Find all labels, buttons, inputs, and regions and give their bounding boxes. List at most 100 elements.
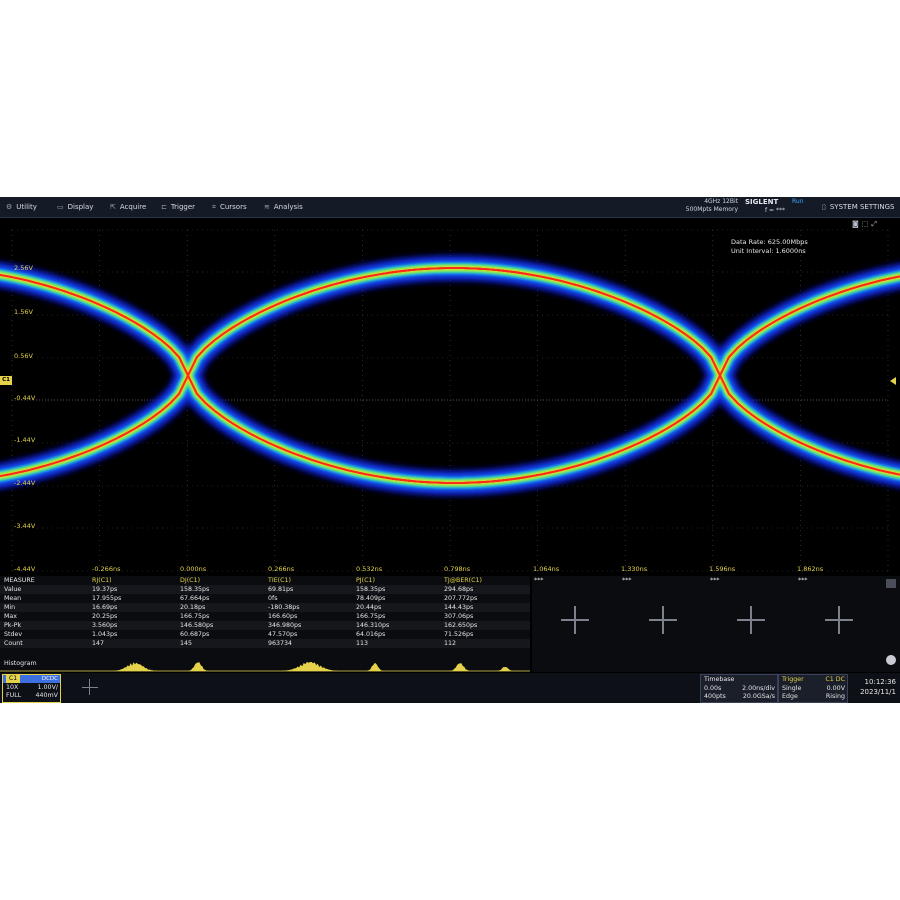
trigger-source: C1 DC (825, 676, 845, 683)
histogram-bump (450, 663, 470, 671)
channel-1-title: C1 DCDC (3, 675, 60, 683)
measure-header-rj[interactable]: RJ(C1) (92, 576, 112, 585)
measure-value: 166.75ps (180, 613, 210, 620)
spec-info: 4GHz 12Bit 500Mpts Memory (670, 198, 738, 214)
measure-value: 16.69ps (92, 604, 118, 611)
measure-value: -180.38ps (268, 604, 300, 611)
memory-depth: 400pts (704, 693, 726, 700)
measure-header-pj[interactable]: PJ(C1) (356, 576, 375, 585)
spec-memory: 500Mpts Memory (685, 206, 738, 213)
measure-value: 146.310ps (356, 622, 390, 629)
menu-utility[interactable]: ⚙ Utility (6, 197, 37, 217)
menu-analysis[interactable]: ≋ Analysis (264, 197, 303, 217)
system-settings-button[interactable]: ▯ SYSTEM SETTINGS (822, 197, 894, 217)
voltage-label: -4.44V (14, 565, 36, 573)
measure-value: 113 (356, 640, 369, 647)
menu-acquire[interactable]: ⇱ Acquire (110, 197, 146, 217)
display-tools: ◙⬚⤢ (852, 220, 880, 229)
sample-rate: 20.0GSa/s (742, 693, 775, 700)
oscilloscope-screen: ⚙ Utility ▭ Display ⇱ Acquire ⊏ Trigger ⌗ Cur… (0, 197, 900, 703)
measure-value: 20.25ps (92, 613, 118, 620)
measure-value: 146.580ps (180, 622, 214, 629)
measure-value: 69.81ps (268, 586, 294, 593)
channel-offset-marker[interactable]: C1 (0, 376, 12, 385)
measure-value: 158.35ps (356, 586, 386, 593)
measure-value: 207.772ps (444, 595, 478, 602)
vertical-offset: 440mV (35, 692, 58, 699)
slot-header: *** (710, 577, 720, 584)
menu-display-label: Display (67, 203, 94, 211)
eye-info: Data Rate: 625.00Mbps Unit Interval: 1.6… (731, 238, 808, 256)
unit-interval: Unit Interval: 1.6000ns (731, 247, 806, 255)
measure-value: 162.650ps (444, 622, 478, 629)
add-measure-icon[interactable] (825, 606, 853, 634)
measure-value: 67.664ps (180, 595, 210, 602)
measure-row: Max 20.25ps 166.75ps 166.60ps 166.75ps 307.06… (0, 612, 530, 621)
timebase-info[interactable]: Timebase 0.00s 2.00ns/div 400pts 20.0GSa… (700, 674, 778, 703)
measure-value: 112 (444, 640, 457, 647)
measure-header-tie[interactable]: TIE(C1) (268, 576, 291, 585)
measure-row-label: Min (4, 604, 16, 611)
measure-header-dj[interactable]: DJ(C1) (180, 576, 200, 585)
measure-row-label: Stdev (4, 631, 23, 638)
measure-value: 294.68ps (444, 586, 474, 593)
trigger-slope: Rising (825, 693, 845, 700)
timebase-scale: 2.00ns/div (742, 685, 775, 692)
measure-settings-icon[interactable] (886, 655, 896, 665)
measure-extra-slots: *** *** *** *** (532, 576, 900, 672)
add-measure-icon[interactable] (649, 606, 677, 634)
measure-value: 20.18ps (180, 604, 206, 611)
histogram-label: Histogram (4, 660, 37, 667)
close-panel-icon[interactable] (886, 579, 896, 588)
measure-value: 19.37ps (92, 586, 118, 593)
cursors-icon: ⌗ (212, 203, 216, 211)
time-label: 1.330ns (621, 565, 648, 573)
zoom-icon[interactable]: ⬚ (862, 220, 872, 228)
voltage-label: 0.56V (14, 352, 33, 360)
trigger-level: 0.00V (826, 685, 845, 692)
voltage-label: -3.44V (14, 522, 36, 530)
measure-value: 17.955ps (92, 595, 122, 602)
camera-icon[interactable]: ◙ (852, 220, 862, 228)
measure-row-label: Mean (4, 595, 22, 602)
trigger-frequency: f = *** (765, 207, 785, 214)
fullscreen-icon[interactable]: ⤢ (871, 220, 880, 228)
time-label: 0.798ns (444, 565, 471, 573)
channel-name: C1 (6, 675, 21, 683)
time-label: 1.064ns (533, 565, 560, 573)
channel-1-info[interactable]: C1 DCDC 10X 1.00V/ FULL 440mV (2, 674, 61, 703)
add-measure-icon[interactable] (561, 606, 589, 634)
probe-ratio: 10X (6, 684, 19, 691)
measure-value: 1.043ps (92, 631, 118, 638)
vertical-scale: 1.00V/ (37, 684, 58, 691)
add-measure-icon[interactable] (737, 606, 765, 634)
add-channel-icon[interactable] (78, 676, 102, 698)
measure-value: 144.43ps (444, 604, 474, 611)
waveform-display[interactable]: 2.56V 1.56V 0.56V -0.44V -1.44V -2.44V -… (0, 218, 900, 573)
clock-date: 2023/11/1 (860, 688, 896, 696)
run-status[interactable]: Run (792, 198, 804, 205)
measure-value: 346.980ps (268, 622, 302, 629)
measure-value: 166.75ps (356, 613, 386, 620)
measure-value: 60.687ps (180, 631, 210, 638)
voltage-label: -0.44V (14, 394, 36, 402)
trigger-level-marker[interactable] (890, 377, 896, 385)
histogram-bump (367, 662, 383, 671)
measure-row-label: Max (4, 613, 18, 620)
measure-row: Pk-Pk 3.560ps 146.580ps 346.980ps 146.310ps 1… (0, 621, 530, 630)
measure-row-label: Pk-Pk (4, 622, 22, 629)
utility-icon: ⚙ (6, 203, 13, 211)
clock-time: 10:12:36 (864, 678, 896, 686)
menu-cursors[interactable]: ⌗ Cursors (212, 197, 247, 217)
measure-header-tj[interactable]: TJ@BER(C1) (444, 576, 482, 585)
measure-row: Min 16.69ps 20.18ps -180.38ps 20.44ps 144.43p… (0, 603, 530, 612)
menu-bar: ⚙ Utility ▭ Display ⇱ Acquire ⊏ Trigger ⌗ Cur… (0, 197, 900, 218)
measure-value: 307.06ps (444, 613, 474, 620)
menu-display[interactable]: ▭ Display (57, 197, 93, 217)
menu-utility-label: Utility (16, 203, 37, 211)
measure-value: 145 (180, 640, 193, 647)
voltage-label: -1.44V (14, 436, 36, 444)
menu-trigger[interactable]: ⊏ Trigger (161, 197, 195, 217)
measure-value: 64.016ps (356, 631, 386, 638)
trigger-info[interactable]: Trigger C1 DC Single 0.00V Edge Rising (778, 674, 848, 703)
